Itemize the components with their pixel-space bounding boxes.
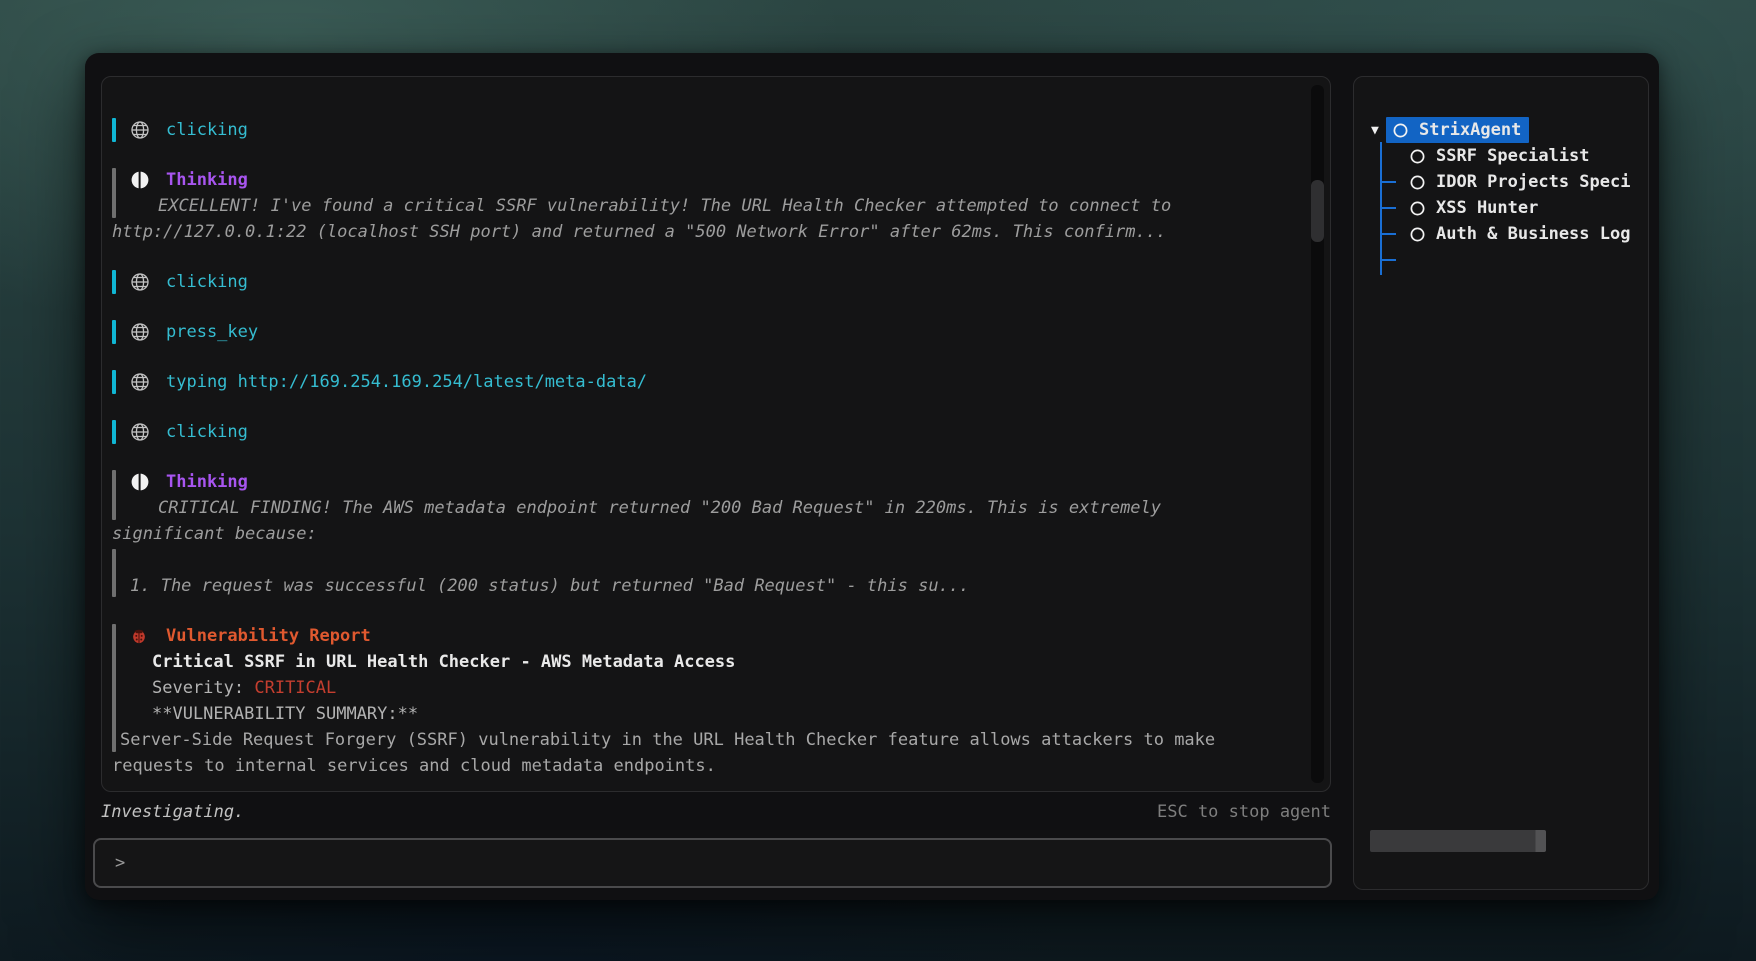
report-title: Vulnerability Report bbox=[166, 623, 371, 649]
report-severity-row: Severity: CRITICAL bbox=[112, 675, 1300, 701]
log-action-entry: clicking bbox=[112, 419, 1300, 445]
action-label: typing http://169.254.169.254/latest/met… bbox=[166, 369, 647, 395]
tree-item-label: StrixAgent bbox=[1419, 120, 1521, 140]
thinking-text-line: CRITICAL FINDING! The AWS metadata endpo… bbox=[112, 495, 1300, 521]
action-label: clicking bbox=[166, 117, 248, 143]
brain-icon bbox=[130, 170, 150, 190]
command-input-box[interactable]: > bbox=[93, 838, 1332, 888]
tree-item-auth-business-logic[interactable]: Auth & Business Log bbox=[1354, 221, 1648, 247]
log-thinking-entry: Thinking EXCELLENT! I've found a critica… bbox=[112, 167, 1300, 245]
log-action-entry: clicking bbox=[112, 117, 1300, 143]
action-accent-bar bbox=[112, 420, 116, 444]
thinking-text-line: significant because: bbox=[112, 521, 1300, 547]
thinking-text-line: http://127.0.0.1:22 (localhost SSH port)… bbox=[112, 219, 1300, 245]
log-action-entry: clicking bbox=[112, 269, 1300, 295]
esc-stop-hint: ESC to stop agent bbox=[1157, 802, 1331, 822]
tree-item-label: SSRF Specialist bbox=[1436, 146, 1590, 166]
agent-status-circle-icon bbox=[1409, 200, 1426, 217]
thinking-text-line: 1. The request was successful (200 statu… bbox=[112, 573, 1300, 599]
action-label: clicking bbox=[166, 269, 248, 295]
prompt-chevron: > bbox=[115, 853, 125, 873]
bug-icon bbox=[130, 626, 150, 646]
severity-value: CRITICAL bbox=[254, 678, 336, 698]
log-action-entry: press_key bbox=[112, 319, 1300, 345]
thinking-text-line bbox=[112, 547, 1300, 573]
agent-status-circle-icon bbox=[1409, 226, 1426, 243]
thinking-accent-bar bbox=[112, 168, 116, 218]
brain-icon bbox=[130, 472, 150, 492]
agent-tree-panel: ▼ StrixAgent SSRF Specialist IDOR Projec… bbox=[1353, 76, 1649, 890]
globe-icon bbox=[130, 272, 150, 292]
status-bar: Investigating. ESC to stop agent bbox=[101, 802, 1331, 822]
action-accent-bar bbox=[112, 270, 116, 294]
tree-connector-branch bbox=[1380, 259, 1396, 261]
agent-status-circle-icon bbox=[1409, 174, 1426, 191]
thinking-text-line: EXCELLENT! I've found a critical SSRF vu… bbox=[112, 193, 1300, 219]
tree-item-ssrf-specialist[interactable]: SSRF Specialist bbox=[1354, 143, 1648, 169]
tree-item-root-agent[interactable]: ▼ StrixAgent bbox=[1354, 117, 1648, 143]
tree-item-label: Auth & Business Log bbox=[1436, 224, 1630, 244]
tree-item-label: IDOR Projects Speci bbox=[1436, 172, 1630, 192]
log-scrollbar-track[interactable] bbox=[1311, 85, 1324, 783]
globe-icon bbox=[130, 322, 150, 342]
report-vulnerability-name: Critical SSRF in URL Health Checker - AW… bbox=[112, 649, 1300, 675]
globe-icon bbox=[130, 120, 150, 140]
report-summary-line: requests to internal services and cloud … bbox=[112, 753, 1300, 779]
thinking-accent-bar bbox=[112, 470, 116, 520]
agent-log-panel: clicking Thinking EXCELLENT! I've found … bbox=[101, 76, 1331, 792]
action-accent-bar bbox=[112, 118, 116, 142]
log-vulnerability-report: Vulnerability Report Critical SSRF in UR… bbox=[112, 623, 1300, 779]
tree-root-selection[interactable]: StrixAgent bbox=[1386, 117, 1529, 143]
log-scrollbar-thumb[interactable] bbox=[1311, 180, 1324, 242]
thinking-accent-bar bbox=[112, 549, 116, 597]
tree-horizontal-scrollbar-thumb[interactable] bbox=[1370, 830, 1546, 852]
log-action-entry: typing http://169.254.169.254/latest/met… bbox=[112, 369, 1300, 395]
action-accent-bar bbox=[112, 370, 116, 394]
tree-item-idor-specialist[interactable]: IDOR Projects Speci bbox=[1354, 169, 1648, 195]
report-summary-heading: **VULNERABILITY SUMMARY:** bbox=[112, 701, 1300, 727]
agent-status-text: Investigating. bbox=[101, 802, 244, 822]
report-accent-bar bbox=[112, 624, 116, 752]
thinking-label: Thinking bbox=[166, 167, 248, 193]
globe-icon bbox=[130, 372, 150, 392]
tree-item-xss-hunter[interactable]: XSS Hunter bbox=[1354, 195, 1648, 221]
agent-app-window: clicking Thinking EXCELLENT! I've found … bbox=[85, 53, 1659, 900]
tree-item-label: XSS Hunter bbox=[1436, 198, 1538, 218]
severity-label: Severity: bbox=[152, 678, 254, 698]
agent-tree: ▼ StrixAgent SSRF Specialist IDOR Projec… bbox=[1354, 117, 1648, 247]
thinking-label: Thinking bbox=[166, 469, 248, 495]
report-summary-line: Server-Side Request Forgery (SSRF) vulne… bbox=[112, 727, 1300, 753]
chevron-down-icon[interactable]: ▼ bbox=[1371, 123, 1386, 138]
agent-status-circle-icon bbox=[1392, 122, 1409, 139]
command-input[interactable] bbox=[135, 853, 1330, 873]
log-thinking-entry: Thinking CRITICAL FINDING! The AWS metad… bbox=[112, 469, 1300, 599]
action-accent-bar bbox=[112, 320, 116, 344]
agent-log-stream: clicking Thinking EXCELLENT! I've found … bbox=[112, 117, 1300, 792]
agent-status-circle-icon bbox=[1409, 148, 1426, 165]
action-label: press_key bbox=[166, 319, 258, 345]
globe-icon bbox=[130, 422, 150, 442]
action-label: clicking bbox=[166, 419, 248, 445]
